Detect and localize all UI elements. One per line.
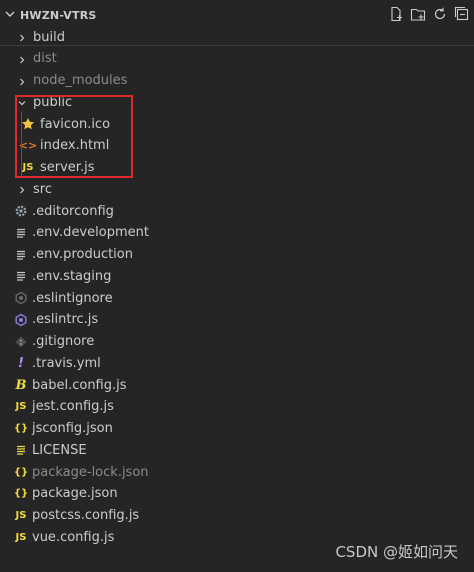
file-label: package-lock.json xyxy=(32,464,149,480)
chevron-right-icon[interactable] xyxy=(17,32,27,42)
eslint-icon xyxy=(14,291,28,305)
license-icon xyxy=(14,443,28,457)
file-label: .travis.yml xyxy=(32,355,101,371)
chevron-down-icon[interactable] xyxy=(4,8,16,20)
file-item[interactable]: {} package-lock.json xyxy=(0,461,474,483)
file-label: .env.production xyxy=(32,247,133,262)
folder-label: node_modules xyxy=(33,73,128,88)
file-item[interactable]: Bbabel.config.js xyxy=(0,374,474,396)
file-item[interactable]: .env.production xyxy=(0,244,474,266)
file-item[interactable]: LICENSE xyxy=(0,439,474,461)
lines-icon xyxy=(14,269,28,283)
chevron-right-icon[interactable] xyxy=(17,184,27,194)
folder-item[interactable]: node_modules xyxy=(0,70,474,92)
file-label: LICENSE xyxy=(32,442,87,458)
file-label: .eslintignore xyxy=(32,290,113,306)
js-icon: JS xyxy=(15,401,27,413)
lines-icon xyxy=(14,226,28,240)
file-item[interactable]: .eslintignore xyxy=(0,287,474,309)
file-item[interactable]: {} package.json xyxy=(0,483,474,505)
file-item[interactable]: .env.development xyxy=(0,222,474,244)
watermark: CSDN @姬如问天 xyxy=(335,543,458,561)
file-label: .editorconfig xyxy=(32,203,114,219)
file-item[interactable]: JS postcss.config.js xyxy=(0,505,474,527)
explorer-actions xyxy=(388,6,470,22)
folder-item[interactable]: build xyxy=(0,26,474,48)
folder-label: dist xyxy=(33,51,57,67)
file-label: .eslintrc.js xyxy=(32,312,99,328)
new-folder-icon[interactable] xyxy=(410,6,426,22)
file-label: .env.development xyxy=(32,225,149,241)
file-label: vue.config.js xyxy=(32,529,115,545)
git-icon xyxy=(14,335,28,349)
file-label: jest.config.js xyxy=(32,399,114,415)
exclamation-icon: ! xyxy=(18,355,24,371)
file-item[interactable]: .env.staging xyxy=(0,265,474,287)
folder-item[interactable]: src xyxy=(0,178,474,200)
file-item[interactable]: .eslintrc.js xyxy=(0,309,474,331)
eslint-purple-icon xyxy=(14,313,28,327)
file-item[interactable]: {} jsconfig.json xyxy=(0,418,474,440)
file-item[interactable]: .gitignore xyxy=(0,331,474,353)
file-label: jsconfig.json xyxy=(32,421,113,436)
folder-label: src xyxy=(33,181,52,197)
file-label: .gitignore xyxy=(32,334,95,349)
collapse-all-icon[interactable] xyxy=(454,6,470,22)
chevron-right-icon[interactable] xyxy=(17,54,27,64)
file-label: package.json xyxy=(32,486,118,502)
explorer-title[interactable]: HWZN-VTRS xyxy=(20,9,97,22)
braces-icon: {} xyxy=(13,423,29,434)
file-item[interactable]: .editorconfig xyxy=(0,200,474,222)
new-file-icon[interactable] xyxy=(388,6,404,22)
file-item[interactable]: ! .travis.yml xyxy=(0,352,474,374)
js-icon: JS xyxy=(15,510,27,521)
file-label: babel.config.js xyxy=(32,377,127,393)
braces-icon: {} xyxy=(13,466,29,478)
highlight-box xyxy=(15,95,133,178)
refresh-icon[interactable] xyxy=(432,6,448,22)
file-label: postcss.config.js xyxy=(32,508,140,523)
gear-icon xyxy=(14,204,28,218)
braces-icon: {} xyxy=(13,488,29,500)
folder-label: build xyxy=(33,29,65,45)
lines-icon xyxy=(14,248,28,262)
file-item[interactable]: JS jest.config.js xyxy=(0,396,474,418)
file-label: .env.staging xyxy=(32,268,112,284)
babel-icon: B xyxy=(15,377,27,393)
chevron-right-icon[interactable] xyxy=(17,76,27,86)
js-icon: JS xyxy=(15,531,27,543)
folder-item[interactable]: dist xyxy=(0,48,474,70)
